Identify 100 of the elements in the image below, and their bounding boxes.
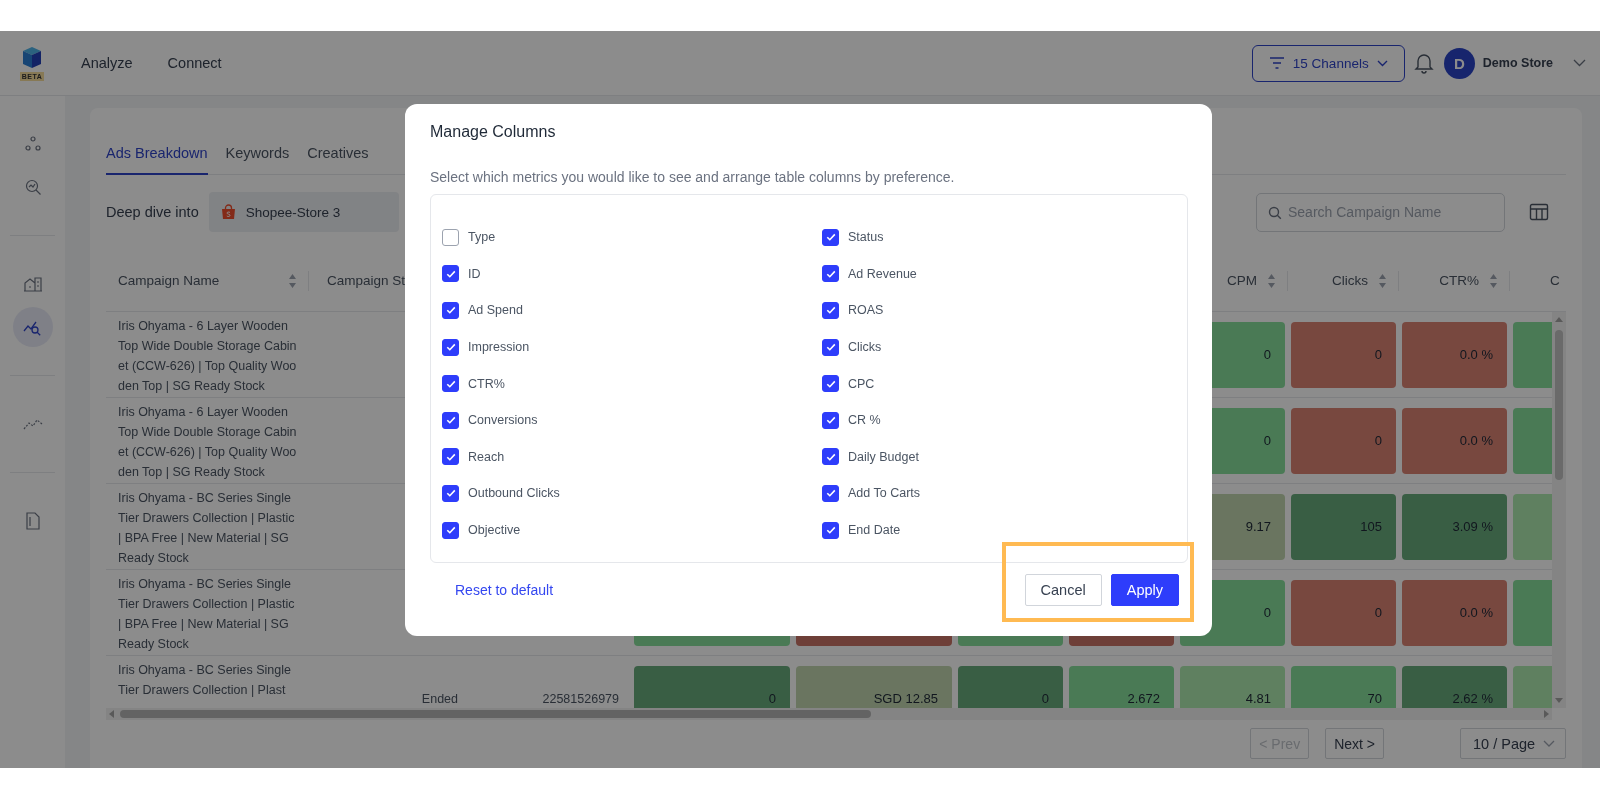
check-icon	[824, 414, 837, 427]
metric-cell: 3.09 %	[1402, 493, 1507, 560]
filter-icon	[1268, 56, 1285, 70]
campaign-name: Iris Ohyama - BC Series Single Tier Drawers Collection | Plast	[118, 662, 292, 699]
metric-cell: 0	[1291, 579, 1396, 646]
campaign-name: Iris Ohyama - BC Series Single Tier Drawers Collection | Plastic | BPA Free | New Material | SG Ready Stock	[118, 490, 296, 567]
store-name: Demo Store	[1482, 56, 1553, 70]
filter-label: Deep dive into	[106, 204, 199, 220]
metric-cell: 70	[1291, 665, 1396, 708]
checkbox[interactable]	[822, 228, 839, 246]
dialog-description: Select which metrics you would like to see and arrange table columns by preference.	[430, 168, 956, 186]
check-icon	[824, 231, 837, 244]
checkbox-label: Daily Budget	[848, 449, 919, 464]
campaign-id: 22581526979	[542, 691, 619, 706]
checkbox-label: Reach	[468, 449, 505, 464]
checkbox[interactable]	[822, 375, 839, 393]
column-header[interactable]: C	[1550, 273, 1560, 288]
document-icon	[24, 512, 41, 530]
campaign-name: Iris Ohyama - 6 Layer Wooden Top Wide Double Storage Cabinet (CCW-626) | Top Quality Wooden Top | SG Ready Stock	[118, 404, 297, 481]
metric-cell: 0.0 %	[1402, 579, 1507, 646]
checkbox[interactable]	[442, 265, 459, 283]
metric-cell: 0	[1291, 407, 1396, 474]
check-icon	[444, 487, 457, 500]
reset-link[interactable]: Reset to default	[455, 582, 554, 598]
checkbox-label: ID	[468, 266, 481, 281]
checkbox[interactable]	[822, 338, 839, 356]
cancel-button[interactable]: Cancel	[1024, 574, 1102, 606]
checkbox-label: Conversions	[468, 413, 538, 428]
checkbox[interactable]	[822, 302, 839, 319]
sidebar-item[interactable]	[12, 307, 53, 347]
checkbox[interactable]	[822, 521, 839, 539]
metric-cell: 0.0 %	[1402, 407, 1507, 474]
dialog-title: Manage Columns	[430, 122, 557, 142]
metric-cell: 2.672	[1069, 665, 1174, 708]
chevron-down-icon	[1376, 59, 1388, 67]
scrollbar-thumb[interactable]	[120, 710, 871, 718]
checkbox-label: End Date	[848, 523, 901, 538]
checkbox-label: CPC	[848, 376, 875, 391]
nav-link[interactable]: Analyze	[81, 55, 133, 71]
column-header[interactable]: CTR%	[1439, 273, 1479, 288]
checkbox-label: CR %	[848, 413, 881, 428]
metric-cell: 0	[634, 665, 790, 708]
avatar[interactable]: D	[1443, 47, 1475, 79]
check-icon	[824, 341, 837, 354]
tab[interactable]: Keywords	[225, 132, 290, 175]
checkbox[interactable]	[442, 375, 459, 393]
logo-icon	[21, 45, 43, 70]
checkbox[interactable]	[822, 411, 839, 429]
checkbox[interactable]	[442, 484, 459, 502]
apply-button[interactable]: Apply	[1110, 574, 1179, 606]
check-icon	[824, 487, 837, 500]
checkbox[interactable]	[822, 484, 839, 502]
checkbox[interactable]	[822, 265, 839, 283]
nav-link[interactable]: Connect	[167, 55, 222, 71]
checkbox-label: Type	[468, 230, 496, 245]
column-header[interactable]: Clicks	[1332, 273, 1368, 288]
checkbox[interactable]	[442, 302, 459, 319]
campaign-name: Iris Ohyama - BC Series Single Tier Drawers Collection | Plastic | BPA Free | New Material | SG Ready Stock	[118, 576, 296, 653]
channels-filter-button[interactable]: 15 Channels	[1251, 44, 1405, 82]
checkbox[interactable]	[442, 521, 459, 539]
metric-cell: 105	[1291, 493, 1396, 560]
column-header[interactable]: Campaign St	[327, 273, 406, 288]
checkbox[interactable]	[442, 228, 459, 246]
check-icon	[444, 341, 457, 354]
chevron-down-icon[interactable]	[1573, 59, 1586, 67]
tab[interactable]: Ads Breakdown	[106, 132, 208, 175]
check-icon	[444, 304, 457, 317]
bell-icon[interactable]	[1413, 52, 1434, 74]
next-button[interactable]: Next >	[1325, 728, 1384, 759]
horizontal-scrollbar[interactable]	[106, 708, 1552, 720]
campaign-name: Iris Ohyama - 6 Layer Wooden Top Wide Double Storage Cabinet (CCW-626) | Top Quality Wooden Top | SG Ready Stock	[118, 318, 297, 395]
checkbox[interactable]	[442, 411, 459, 429]
column-header[interactable]: CPM	[1227, 273, 1257, 288]
checkbox-label: Status	[848, 230, 884, 245]
scrollbar-thumb[interactable]	[1555, 330, 1563, 480]
column-header[interactable]: Campaign Name	[118, 273, 220, 288]
tab[interactable]: Creatives	[307, 132, 369, 175]
store-select[interactable]: Shopee-Store 3	[208, 192, 399, 232]
checkbox-label: Impression	[468, 340, 530, 355]
chevron-down-icon	[1543, 740, 1555, 747]
status-text: Ended	[421, 691, 458, 706]
checkbox[interactable]	[442, 448, 459, 466]
check-icon	[444, 414, 457, 427]
checkbox[interactable]	[822, 448, 839, 466]
checkbox-label: Ad Spend	[468, 303, 523, 318]
vertical-scrollbar[interactable]	[1552, 312, 1566, 708]
metric-cell: 0	[1291, 321, 1396, 388]
trend-line-icon	[22, 417, 43, 431]
checkbox-label: Objective	[468, 523, 521, 538]
check-icon	[824, 304, 837, 317]
checkbox-label: CTR%	[468, 376, 505, 391]
checkbox[interactable]	[442, 338, 459, 356]
shopping-bag-icon	[220, 204, 236, 220]
metric-cell: 4.81	[1180, 665, 1285, 708]
table-columns-icon[interactable]	[1529, 203, 1549, 221]
search-icon	[1268, 205, 1282, 220]
check-icon	[824, 524, 837, 537]
page-size-select[interactable]: 10 / Page	[1460, 728, 1566, 759]
search-chart-icon	[23, 178, 42, 196]
nodes-icon	[23, 135, 42, 153]
